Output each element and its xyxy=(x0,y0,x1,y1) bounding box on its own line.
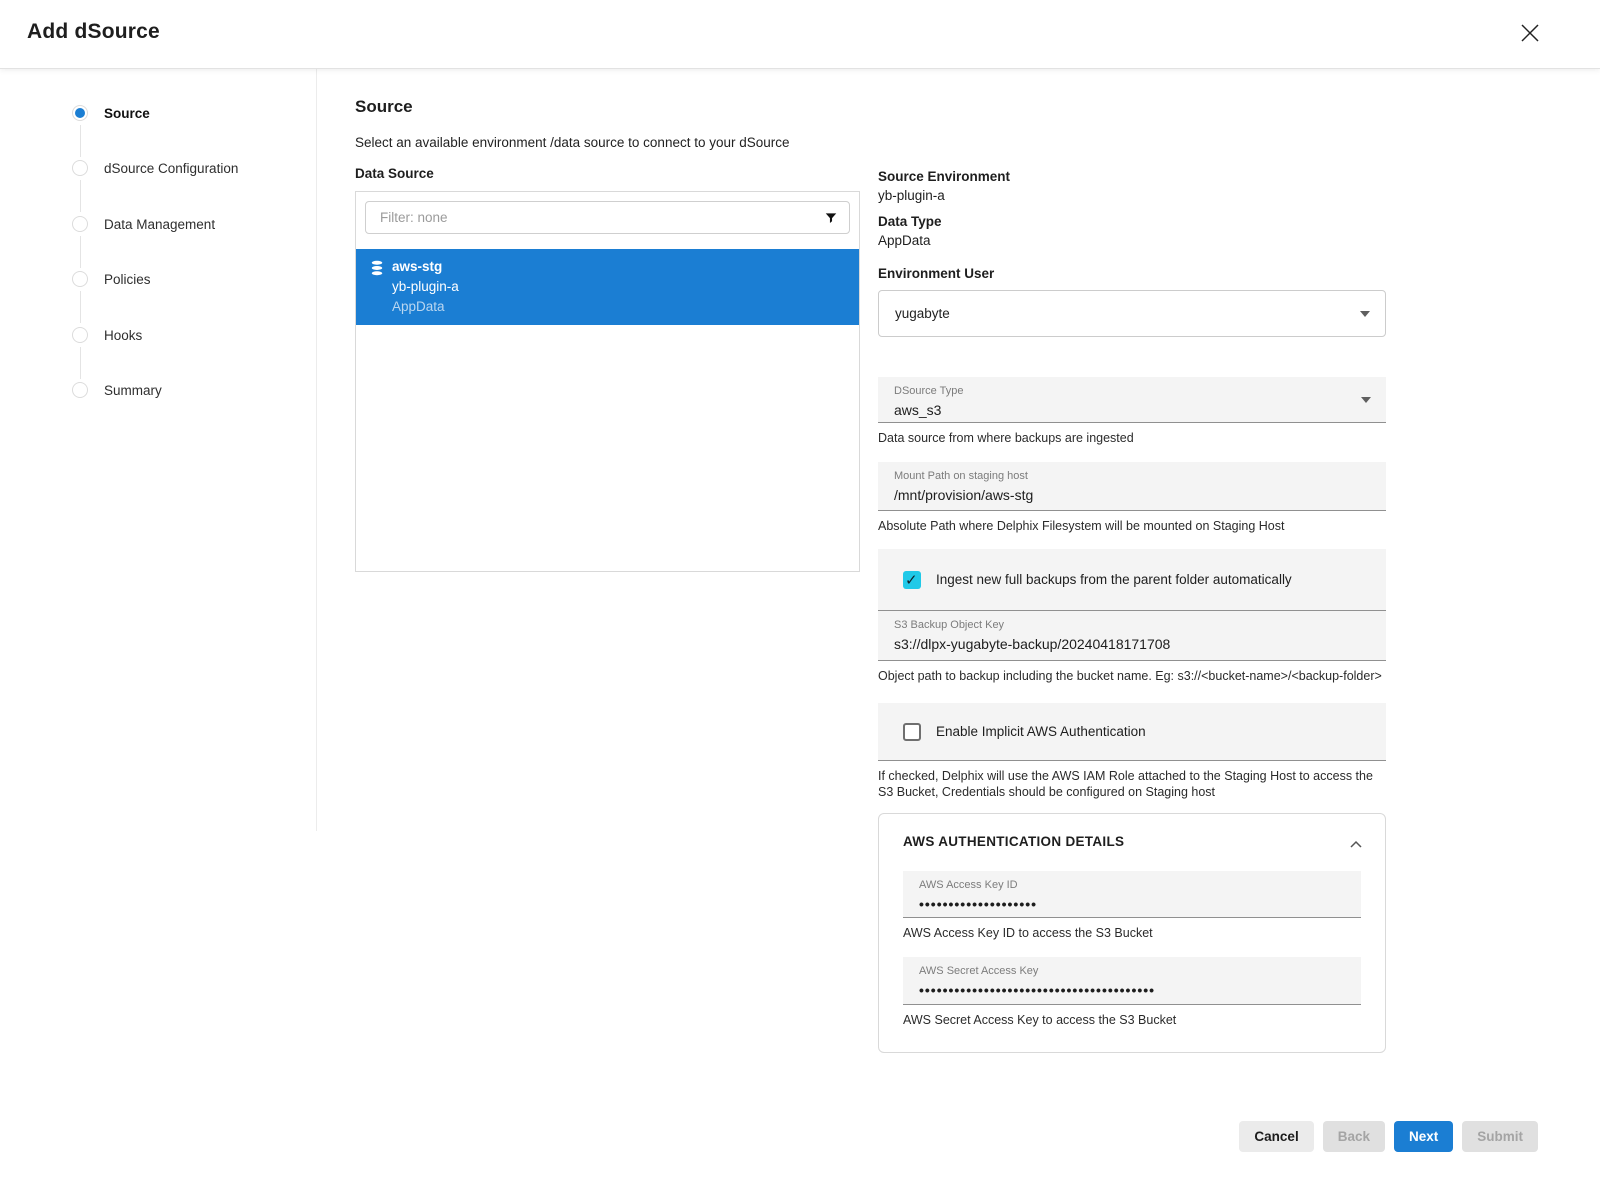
step-dot-icon xyxy=(72,160,88,176)
data-source-item-aws-stg[interactable]: aws-stg yb-plugin-a AppData xyxy=(356,249,859,325)
back-button[interactable]: Back xyxy=(1323,1121,1385,1152)
s3-backup-key-label: S3 Backup Object Key xyxy=(894,619,1346,632)
step-label: Data Management xyxy=(104,217,215,232)
cancel-button[interactable]: Cancel xyxy=(1239,1121,1313,1152)
implicit-auth-helper: If checked, Delphix will use the AWS IAM… xyxy=(878,768,1386,800)
source-environment-label: Source Environment xyxy=(878,169,1386,185)
dialog-header: Add dSource xyxy=(0,0,1600,69)
chevron-down-icon xyxy=(1360,311,1370,317)
s3-backup-key-input[interactable]: S3 Backup Object Key s3://dlpx-yugabyte-… xyxy=(878,611,1386,661)
environment-user-select[interactable]: yugabyte xyxy=(878,290,1386,337)
dsource-type-value: aws_s3 xyxy=(894,401,1346,419)
step-dsource-configuration[interactable]: dSource Configuration xyxy=(72,160,238,215)
step-dot-icon xyxy=(72,216,88,232)
data-source-item-environment: yb-plugin-a xyxy=(392,279,459,295)
environment-user-value: yugabyte xyxy=(895,306,950,321)
implicit-auth-label: Enable Implicit AWS Authentication xyxy=(936,724,1146,739)
source-environment-field: Source Environment yb-plugin-a xyxy=(878,169,1386,204)
page-title: Source xyxy=(355,97,860,117)
aws-secret-key-helper: AWS Secret Access Key to access the S3 B… xyxy=(903,1012,1361,1028)
mount-path-label: Mount Path on staging host xyxy=(894,470,1346,483)
data-source-list: aws-stg yb-plugin-a AppData xyxy=(355,191,860,572)
aws-access-key-input[interactable]: AWS Access Key ID •••••••••••••••••••• xyxy=(903,871,1361,918)
aws-access-key-helper: AWS Access Key ID to access the S3 Bucke… xyxy=(903,925,1361,941)
step-label: Source xyxy=(104,106,150,121)
aws-auth-heading: AWS AUTHENTICATION DETAILS xyxy=(903,834,1361,849)
next-button[interactable]: Next xyxy=(1394,1121,1453,1152)
dialog-title: Add dSource xyxy=(27,20,160,44)
close-icon[interactable] xyxy=(1518,21,1542,45)
mount-path-value: /mnt/provision/aws-stg xyxy=(894,486,1346,504)
s3-backup-key-value: s3://dlpx-yugabyte-backup/20240418171708 xyxy=(894,635,1346,653)
step-summary[interactable]: Summary xyxy=(72,382,238,437)
step-hooks[interactable]: Hooks xyxy=(72,327,238,382)
step-source[interactable]: Source xyxy=(72,105,238,160)
data-source-item-name: aws-stg xyxy=(392,259,459,275)
step-label: dSource Configuration xyxy=(104,161,238,176)
ingest-backups-label: Ingest new full backups from the parent … xyxy=(936,572,1292,587)
data-source-item-text: aws-stg yb-plugin-a AppData xyxy=(392,259,459,325)
database-icon xyxy=(370,259,392,325)
implicit-auth-row: Enable Implicit AWS Authentication xyxy=(878,703,1386,761)
data-source-filter xyxy=(365,201,850,234)
aws-access-key-label: AWS Access Key ID xyxy=(919,879,1321,892)
data-source-filter-input[interactable] xyxy=(378,209,815,226)
data-source-label: Data Source xyxy=(355,166,860,181)
dsource-type-helper: Data source from where backups are inges… xyxy=(878,430,1386,446)
dialog-footer: Cancel Back Next Submit xyxy=(1239,1121,1538,1152)
step-dot-icon xyxy=(72,271,88,287)
mount-path-input[interactable]: Mount Path on staging host /mnt/provisio… xyxy=(878,462,1386,511)
step-dot-icon xyxy=(72,382,88,398)
data-source-item-type: AppData xyxy=(392,299,459,315)
step-data-management[interactable]: Data Management xyxy=(72,216,238,271)
step-label: Summary xyxy=(104,383,162,398)
wizard-sidebar: Source dSource Configuration Data Manage… xyxy=(0,69,317,831)
step-label: Hooks xyxy=(104,328,142,343)
wizard-stepper: Source dSource Configuration Data Manage… xyxy=(72,105,238,437)
s3-backup-key-helper: Object path to backup including the buck… xyxy=(878,668,1386,684)
source-details-panel: Source Environment yb-plugin-a Data Type… xyxy=(878,169,1386,1053)
environment-user-label: Environment User xyxy=(878,266,1386,281)
aws-secret-key-label: AWS Secret Access Key xyxy=(919,965,1321,978)
aws-authentication-details-card: AWS AUTHENTICATION DETAILS AWS Access Ke… xyxy=(878,813,1386,1053)
ingest-backups-row: Ingest new full backups from the parent … xyxy=(878,549,1386,611)
data-type-field: Data Type AppData xyxy=(878,214,1386,249)
page-subtitle: Select an available environment /data so… xyxy=(355,135,860,150)
mount-path-helper: Absolute Path where Delphix Filesystem w… xyxy=(878,518,1386,534)
step-dot-icon xyxy=(72,327,88,343)
aws-secret-key-value: •••••••••••••••••••••••••••••••••••••••• xyxy=(919,981,1321,999)
aws-access-key-value: •••••••••••••••••••• xyxy=(919,895,1321,913)
dsource-type-label: DSource Type xyxy=(894,385,1346,398)
source-step-content: Source Select an available environment /… xyxy=(355,97,860,572)
step-active-dot-icon xyxy=(72,105,88,121)
chevron-down-icon xyxy=(1361,397,1371,403)
add-dsource-dialog: Add dSource Source dSource Configuration… xyxy=(0,0,1600,1195)
chevron-up-icon[interactable] xyxy=(1349,836,1363,846)
data-type-label: Data Type xyxy=(878,214,1386,230)
data-type-value: AppData xyxy=(878,233,1386,249)
step-policies[interactable]: Policies xyxy=(72,271,238,326)
implicit-auth-checkbox[interactable] xyxy=(903,723,921,741)
aws-secret-key-input[interactable]: AWS Secret Access Key ••••••••••••••••••… xyxy=(903,957,1361,1005)
ingest-backups-checkbox[interactable] xyxy=(903,571,921,589)
submit-button[interactable]: Submit xyxy=(1462,1121,1538,1152)
step-label: Policies xyxy=(104,272,151,287)
filter-funnel-icon[interactable] xyxy=(824,211,838,230)
source-environment-value: yb-plugin-a xyxy=(878,188,1386,204)
dsource-type-select[interactable]: DSource Type aws_s3 xyxy=(878,377,1386,423)
